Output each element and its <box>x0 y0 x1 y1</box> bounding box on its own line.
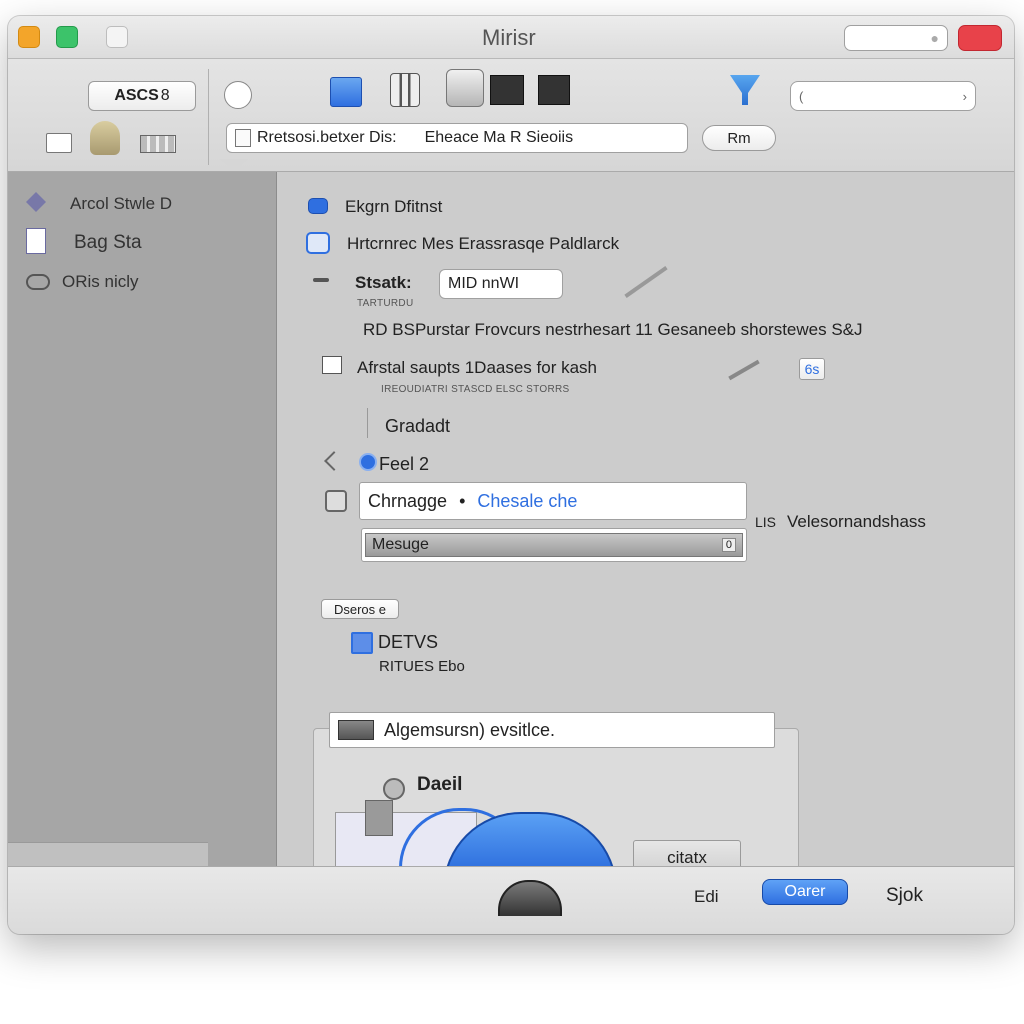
status-left-label: Edi <box>694 887 719 906</box>
group-label: Gradadt <box>385 416 451 436</box>
checkbox-2[interactable] <box>322 356 342 374</box>
primary-button-label: Oarer <box>784 883 826 900</box>
fullscreen-button[interactable] <box>106 26 128 48</box>
status-right-label: Sjok <box>886 885 923 906</box>
checkbox-3[interactable] <box>351 632 373 654</box>
radio-button-2[interactable] <box>359 453 377 471</box>
sidebar-item-1[interactable]: Arcol Stwle D <box>24 190 264 218</box>
minimize-button[interactable] <box>18 26 40 48</box>
checkbox-sub: IREOUDIATRI STASCD ELSC STORRS <box>381 384 570 395</box>
dropdown-prefix: Chrnagge <box>368 490 448 511</box>
printer-icon[interactable] <box>390 73 420 107</box>
zoom-button[interactable] <box>56 26 78 48</box>
sidebar-item-2-label: Bag Sta <box>74 232 142 253</box>
search-input[interactable]: ( › <box>790 81 976 111</box>
gear-icon: ● <box>930 30 939 46</box>
sidebar-item-2[interactable]: Bag Sta <box>24 228 264 258</box>
grid-icon[interactable] <box>490 75 524 105</box>
address-text-2: Eheace Ma R Sieoiis <box>424 129 574 146</box>
arrow-icon <box>324 451 344 471</box>
sidebar-item-1-label: Arcol Stwle D <box>70 194 173 213</box>
document-icon <box>26 228 46 254</box>
address-bar[interactable]: Rretsosi.betxer Dis: Eheace Ma R Sieoiis <box>226 123 688 153</box>
sidebar-item-3-label: ORis nicly <box>62 272 139 291</box>
toolbar-divider <box>208 69 209 165</box>
panel-header-field[interactable]: Algemsursn) evsitlce. <box>329 712 775 748</box>
rm-button-label: Rm <box>727 129 751 147</box>
window-icon[interactable] <box>330 77 362 107</box>
option-label: DETVS <box>378 632 439 652</box>
back-icon[interactable] <box>46 133 72 153</box>
asc-button-suffix: 8 <box>160 87 170 104</box>
panel-header-text: Algemsursn) evsitlce. <box>384 719 556 740</box>
document-icon <box>235 129 251 147</box>
sidebar: Arcol Stwle D Bag Sta ORis nicly <box>8 172 277 867</box>
status-field[interactable]: MID nnWI <box>439 269 563 299</box>
grid-icon-2[interactable] <box>538 75 570 105</box>
small-caption: TARTURDU <box>357 298 414 309</box>
close-button[interactable] <box>958 25 1002 51</box>
app-window: Mirisr ● ASCS 8 ( › Rretsosi.betxer Dis:… <box>8 16 1014 934</box>
message-input-suffix: 0 <box>721 538 736 552</box>
link-icon <box>26 274 50 290</box>
dropdown-select[interactable]: Chrnagge • Chesale che <box>359 482 747 520</box>
row1-label: Ekgrn Dfitnst <box>345 197 443 216</box>
drive-icon <box>338 720 374 740</box>
status-icon <box>313 278 329 282</box>
badge-button[interactable]: 6s <box>799 358 825 380</box>
checkbox-1[interactable] <box>306 232 330 254</box>
circle-icon[interactable] <box>224 81 252 109</box>
side-text: Velesornandshass <box>787 512 926 531</box>
primary-button[interactable]: Oarer <box>762 879 848 905</box>
asc-button[interactable]: ASCS 8 <box>88 81 196 111</box>
rm-button[interactable]: Rm <box>702 125 776 151</box>
tag-icon <box>26 192 46 212</box>
radio-label: Feel 2 <box>379 454 430 474</box>
lock-icon <box>325 490 347 512</box>
cursor-icon <box>728 359 760 381</box>
pen-icon <box>624 266 668 298</box>
dropdown-dot: • <box>459 490 466 511</box>
funnel-icon[interactable] <box>730 75 760 105</box>
section-tag: Dseros e <box>321 599 399 619</box>
person-icon[interactable] <box>90 121 120 155</box>
message-input[interactable]: Mesuge 0 <box>361 528 747 562</box>
message-input-value: Mesuge <box>372 536 429 553</box>
row2-label: Hrtcrnrec Mes Erassrasqe Paldlarck <box>347 234 620 253</box>
key-icon <box>383 778 405 800</box>
toolbar: ASCS 8 ( › Rretsosi.betxer Dis: Eheace M… <box>8 59 1014 172</box>
search-icon: ( <box>799 88 804 104</box>
disk-icon[interactable] <box>446 69 484 107</box>
badge-label: 6s <box>804 361 820 377</box>
power-icon[interactable] <box>498 880 562 916</box>
status-bar: Edi Oarer Sjok <box>8 866 1014 934</box>
dropdown-link[interactable]: Chesale che <box>477 491 577 512</box>
asc-button-label: ASCS <box>114 87 159 104</box>
window-title: Mirisr <box>482 25 536 50</box>
section-tag-label: Dseros e <box>333 601 387 617</box>
folder-icon[interactable] <box>140 135 176 153</box>
title-search-field[interactable]: ● <box>844 25 948 51</box>
sidebar-pointer <box>220 159 248 171</box>
title-bar: Mirisr ● <box>8 16 1014 59</box>
side-text-prefix: LIS <box>755 514 777 530</box>
clear-icon: › <box>962 88 967 104</box>
status-label: Stsatk: <box>355 273 412 292</box>
sidebar-item-3[interactable]: ORis nicly <box>24 268 264 296</box>
address-text: Rretsosi.betxer Dis: <box>257 129 397 146</box>
message-progress: Mesuge 0 <box>365 533 743 557</box>
option-sub: RITUES Ebo <box>379 658 465 675</box>
status-field-value: MID nnWI <box>448 275 520 292</box>
sidebar-footer <box>8 842 208 867</box>
group-divider <box>367 408 368 438</box>
main-content: Ekgrn Dfitnst Hrtcrnrec Mes Erassrasqe P… <box>277 172 1014 891</box>
panel-button-label: citatx <box>667 848 707 867</box>
device-part-icon <box>365 800 393 836</box>
radio-button-1[interactable] <box>308 198 328 214</box>
panel-item-label: Daeil <box>417 774 463 795</box>
checkbox-label: Afrstal saupts 1Daases for kash <box>357 358 598 377</box>
info-line: RD BSPurstar Frovcurs nestrhesart 11 Ges… <box>363 320 863 339</box>
